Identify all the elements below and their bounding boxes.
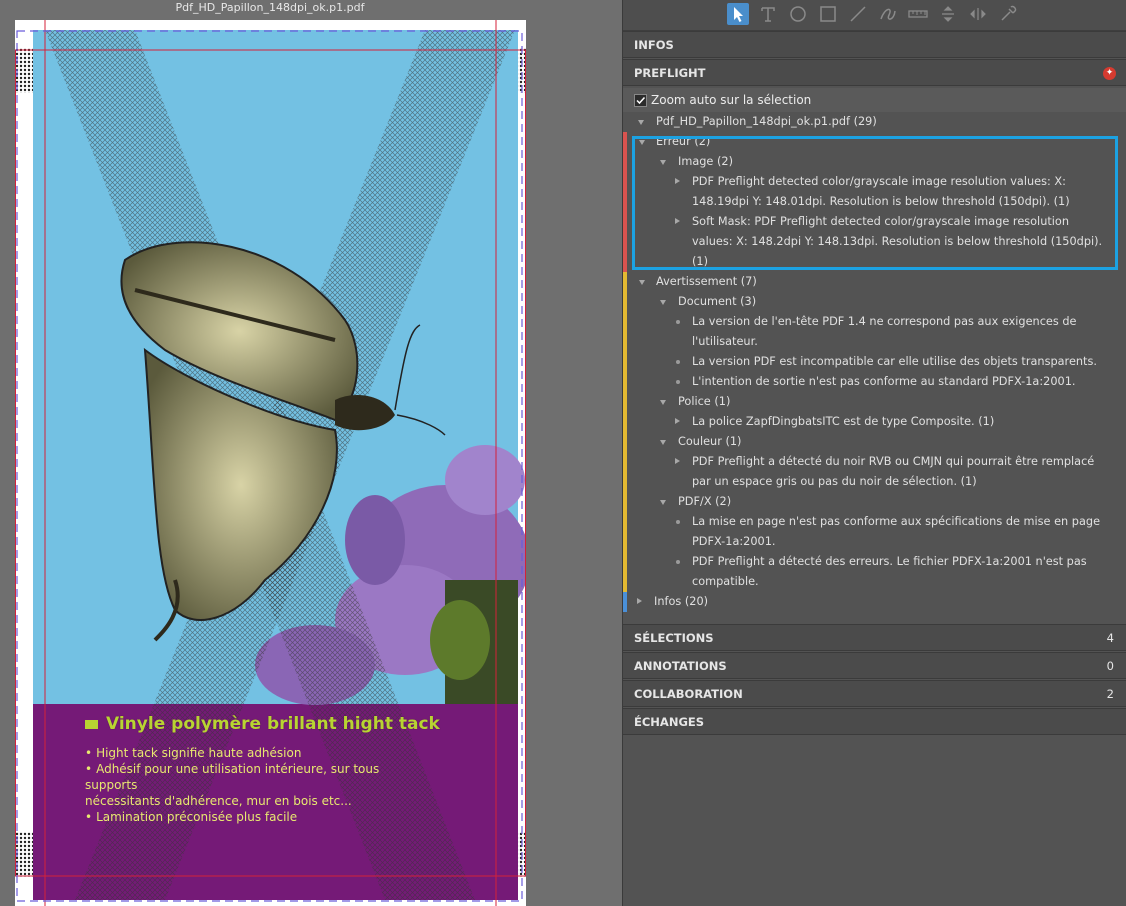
text-icon[interactable] [757, 3, 779, 25]
preflight-alert-icon: ✦ [1103, 67, 1116, 80]
feature-item: • Lamination préconisée plus facile [85, 810, 298, 824]
ellipse-icon[interactable] [787, 3, 809, 25]
checkmark-icon [636, 96, 646, 105]
preflight-tree: Pdf_HD_Papillon_148dpi_ok.p1.pdf (29) Er… [623, 112, 1126, 624]
section-echanges[interactable]: ÉCHANGES [623, 708, 1126, 735]
bullet-icon [676, 380, 680, 384]
eyedropper-icon[interactable] [997, 3, 1019, 25]
expand-chevron-icon[interactable] [660, 400, 666, 405]
bullet-icon [676, 360, 680, 364]
freehand-icon[interactable] [877, 3, 899, 25]
bleed-left-bottom [15, 832, 33, 877]
zoom-auto-label: Zoom auto sur la sélection [651, 93, 812, 107]
section-collaboration[interactable]: COLLABORATION 2 [623, 680, 1126, 707]
title-bullet [85, 719, 98, 729]
expand-chevron-icon[interactable] [639, 280, 645, 285]
cursor-icon[interactable] [727, 3, 749, 25]
section-annotations[interactable]: ANNOTATIONS 0 [623, 652, 1126, 679]
expand-chevron-icon[interactable] [639, 140, 645, 145]
info-severity-bar [623, 592, 627, 612]
line-icon[interactable] [847, 3, 869, 25]
zoom-auto-checkbox[interactable] [634, 94, 647, 107]
rectangle-icon[interactable] [817, 3, 839, 25]
section-infos[interactable]: INFOS [623, 31, 1126, 58]
section-preflight[interactable]: PREFLIGHT ✦ [623, 59, 1126, 86]
annotation-toolbar [623, 0, 1126, 31]
bullet-icon [676, 320, 680, 324]
feature-item: • Hight tack signifie haute adhésion [85, 746, 302, 760]
document-title: Pdf_HD_Papillon_148dpi_ok.p1.pdf [175, 1, 365, 14]
annotations-count: 0 [1106, 659, 1114, 673]
expand-chevron-icon[interactable] [660, 500, 666, 505]
vertical-align-icon[interactable] [937, 3, 959, 25]
document-view[interactable]: Pdf_HD_Papillon_148dpi_ok.p1.pdf Vinyle … [0, 0, 622, 906]
expand-chevron-icon[interactable] [638, 120, 644, 125]
pdf-page[interactable]: Vinyle polymère brillant hight tack • Hig… [15, 20, 526, 906]
selections-count: 4 [1106, 631, 1114, 645]
expand-chevron-icon[interactable] [675, 218, 680, 224]
tree-item-warning[interactable]: La version de l'en-tête PDF 1.4 ne corre… [623, 312, 1123, 352]
feature-list: • Hight tack signifie haute adhésion • Adh… [85, 745, 415, 825]
tree-item-error[interactable]: Soft Mask: PDF Preflight detected color/… [623, 212, 1123, 272]
expand-chevron-icon[interactable] [675, 458, 680, 464]
feature-item: • Adhésif pour une utilisation intérieure… [85, 762, 380, 792]
tree-item-warning[interactable]: PDF Preflight a détecté des erreurs. Le … [623, 552, 1123, 592]
expand-chevron-icon[interactable] [675, 418, 680, 424]
expand-chevron-icon[interactable] [637, 598, 642, 604]
expand-chevron-icon[interactable] [660, 440, 666, 445]
tree-item-warning[interactable]: La mise en page n'est pas conforme aux s… [623, 512, 1123, 552]
bullet-icon [676, 520, 680, 524]
tree-item-warning[interactable]: PDF Preflight a détecté du noir RVB ou C… [623, 452, 1123, 492]
product-title: Vinyle polymère brillant hight tack [85, 714, 440, 734]
bullet-icon [676, 560, 680, 564]
ruler-icon[interactable] [907, 3, 929, 25]
zoom-auto-row[interactable]: Zoom auto sur la sélection [623, 88, 1126, 112]
tree-item-error[interactable]: PDF Preflight detected color/grayscale i… [623, 172, 1123, 212]
side-panel: INFOS PREFLIGHT ✦ Zoom auto sur la sélect… [622, 0, 1126, 906]
product-title-text: Vinyle polymère brillant hight tack [106, 714, 440, 734]
expand-chevron-icon[interactable] [660, 160, 666, 165]
section-selections[interactable]: SÉLECTIONS 4 [623, 624, 1126, 651]
bleed-left [15, 48, 33, 93]
expand-chevron-icon[interactable] [675, 178, 680, 184]
expand-chevron-icon[interactable] [660, 300, 666, 305]
horizontal-align-icon[interactable] [967, 3, 989, 25]
feature-item: nécessitants d'adhérence, mur en bois et… [85, 794, 352, 808]
collaboration-count: 2 [1106, 687, 1114, 701]
